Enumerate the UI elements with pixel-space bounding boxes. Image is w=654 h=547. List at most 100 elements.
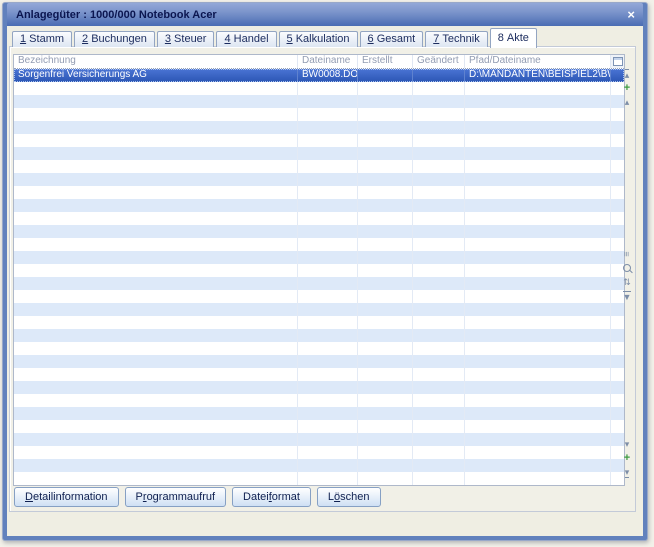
table-row[interactable] [14, 303, 624, 316]
table-row[interactable] [14, 264, 624, 277]
cell-bezeichnung [14, 199, 298, 212]
cell-erstellt [358, 394, 413, 407]
table-row[interactable] [14, 355, 624, 368]
cell-geändert [413, 69, 465, 82]
cell-geändert [413, 264, 465, 277]
tab-kalkulation[interactable]: 5 Kalkulation [278, 31, 358, 47]
table-row[interactable] [14, 147, 624, 160]
table-row[interactable] [14, 121, 624, 134]
cell-bezeichnung [14, 381, 298, 394]
close-icon[interactable]: × [627, 8, 635, 21]
cell-dateiname [298, 368, 358, 381]
cell-bezeichnung [14, 472, 298, 485]
table-row[interactable] [14, 290, 624, 303]
cell-geändert [413, 472, 465, 485]
cell-geändert [413, 108, 465, 121]
table-row[interactable] [14, 160, 624, 173]
cell-bezeichnung [14, 264, 298, 277]
table-row[interactable] [14, 407, 624, 420]
search-icon[interactable] [623, 263, 631, 273]
anlagegueter-window: Anlagegüter : 1000/000 Notebook Acer × 1… [2, 2, 648, 541]
tab-steuer[interactable]: 3 Steuer [156, 31, 215, 47]
table-row[interactable] [14, 212, 624, 225]
cell-pfad-dateiname [465, 134, 611, 147]
table-row[interactable] [14, 420, 624, 433]
table-row[interactable] [14, 329, 624, 342]
tab-akte[interactable]: 8 Akte [489, 28, 537, 48]
table-row[interactable] [14, 82, 624, 95]
cell-dateiname [298, 225, 358, 238]
table-row[interactable] [14, 225, 624, 238]
cell-dateiname [298, 147, 358, 160]
cell-pfad-dateiname [465, 459, 611, 472]
table-row[interactable] [14, 459, 624, 472]
cell-geändert [413, 160, 465, 173]
scroll-down-icon[interactable]: ▾ [625, 439, 630, 449]
tab-key: 4 [224, 33, 231, 45]
cell-pfad-dateiname: D:\MANDANTEN\BEISPIEL2\BW0008.DOC [465, 69, 611, 82]
cell-pfad-dateiname [465, 147, 611, 160]
table-row[interactable] [14, 433, 624, 446]
cell-erstellt [358, 342, 413, 355]
tab-buchungen[interactable]: 2 Buchungen [74, 31, 155, 47]
cell-erstellt [358, 446, 413, 459]
table-row[interactable] [14, 251, 624, 264]
tab-handel[interactable]: 4 Handel [216, 31, 277, 47]
cell-dateiname [298, 459, 358, 472]
cell-geändert [413, 329, 465, 342]
cell-erstellt [358, 108, 413, 121]
cell-geändert [413, 407, 465, 420]
cell-dateiname [298, 407, 358, 420]
scroll-up-icon[interactable]: ▴ [625, 97, 630, 107]
table-row[interactable] [14, 199, 624, 212]
cell-dateiname [298, 251, 358, 264]
columns-icon[interactable]: ≡ [622, 249, 632, 259]
tab-technik[interactable]: 7 Technik [425, 31, 488, 47]
sort-icon[interactable]: ⇅ [623, 277, 631, 287]
table-row[interactable] [14, 134, 624, 147]
column-header-dateiname[interactable]: Dateiname [298, 55, 358, 68]
titlebar[interactable]: Anlagegüter : 1000/000 Notebook Acer × [7, 3, 643, 26]
filter-icon[interactable]: ▼ [622, 290, 632, 302]
cell-dateiname [298, 264, 358, 277]
cell-erstellt [358, 251, 413, 264]
cell-dateiname [298, 342, 358, 355]
cell-bezeichnung [14, 316, 298, 329]
add-top-icon[interactable]: + [624, 83, 630, 94]
cell-bezeichnung [14, 225, 298, 238]
column-header-bezeichnung[interactable]: Bezeichnung [14, 55, 298, 68]
column-header-erstellt[interactable]: Erstellt [358, 55, 413, 68]
programmaufruf-button[interactable]: Programmaufruf [124, 487, 227, 507]
cell-dateiname [298, 134, 358, 147]
scroll-to-top-icon[interactable]: ▴ [624, 68, 630, 80]
table-row[interactable] [14, 316, 624, 329]
scroll-to-bottom-icon[interactable]: ▾ [624, 467, 630, 478]
cell-dateiname [298, 212, 358, 225]
table-row[interactable] [14, 108, 624, 121]
column-header-pfad-dateiname[interactable]: Pfad/Dateiname [465, 55, 611, 68]
table-row[interactable] [14, 186, 624, 199]
detailinformation-button[interactable]: Detailinformation [14, 487, 119, 507]
tab-stamm[interactable]: 1 Stamm [12, 31, 73, 47]
window-client-area: 1 Stamm 2 Buchungen 3 Steuer 4 Handel 5 Kalk… [7, 26, 643, 536]
cell-geändert [413, 199, 465, 212]
loeschen-button[interactable]: Löschen [316, 487, 381, 507]
table-row[interactable] [14, 472, 624, 485]
table-row[interactable] [14, 381, 624, 394]
table-row[interactable] [14, 238, 624, 251]
column-header-geändert[interactable]: Geändert [413, 55, 465, 68]
table-row[interactable] [14, 173, 624, 186]
cell-bezeichnung [14, 212, 298, 225]
add-bottom-icon[interactable]: + [624, 453, 630, 464]
table-row[interactable] [14, 277, 624, 290]
selected-row[interactable]: Sorgenfrei Versicherungs AGBW0008.DOC D:\… [14, 69, 624, 82]
cell-pfad-dateiname [465, 303, 611, 316]
tab-gesamt[interactable]: 6 Gesamt [359, 31, 424, 47]
table-row[interactable] [14, 342, 624, 355]
table-row[interactable] [14, 368, 624, 381]
table-row[interactable] [14, 394, 624, 407]
table-row[interactable] [14, 446, 624, 459]
dateiformat-button[interactable]: Dateiformat [232, 487, 311, 507]
table-row[interactable] [14, 95, 624, 108]
cell-erstellt [358, 316, 413, 329]
